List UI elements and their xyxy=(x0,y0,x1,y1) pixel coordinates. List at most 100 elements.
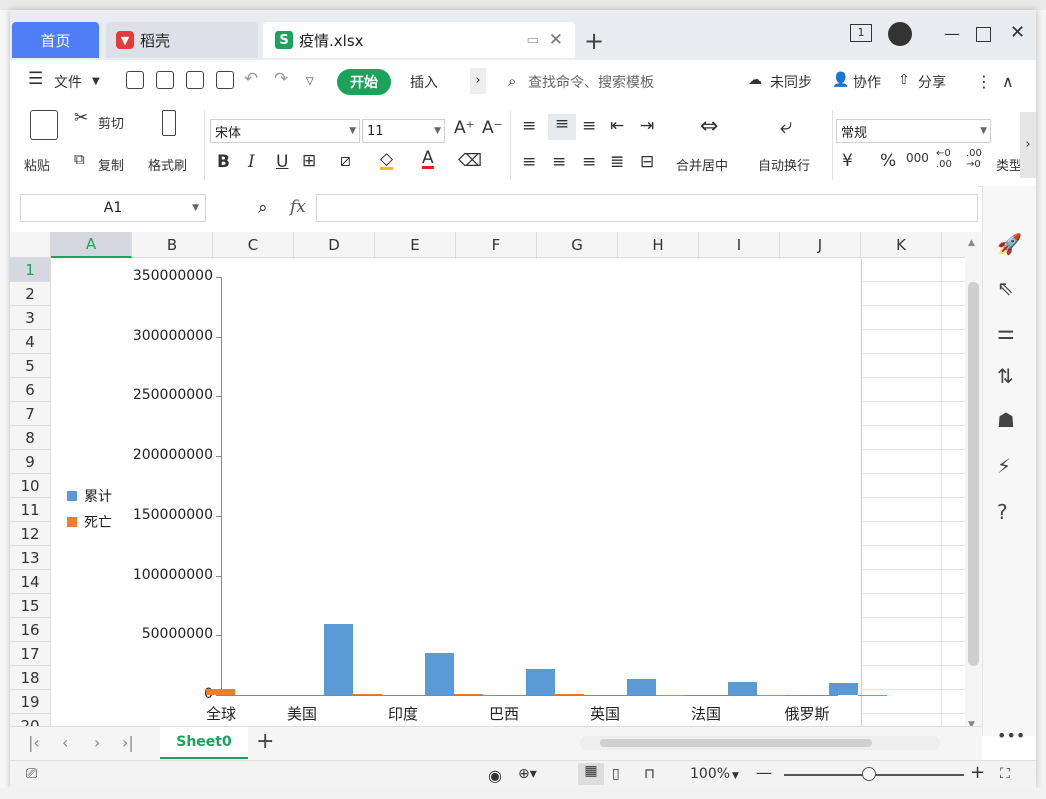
align-bottom-icon[interactable]: ≡ xyxy=(582,116,596,136)
maximize-icon[interactable] xyxy=(976,27,991,42)
add-sheet-button[interactable]: + xyxy=(256,729,274,754)
name-box[interactable]: A1 ▼ xyxy=(20,194,206,222)
font-size-select[interactable]: 11 ▼ xyxy=(362,119,445,143)
vertical-scrollbar[interactable]: ▲ ▼ xyxy=(965,232,982,736)
more-options-icon[interactable]: ⋮ xyxy=(976,72,992,91)
tab-home[interactable]: 首页 xyxy=(12,22,99,58)
row-header[interactable]: 19 xyxy=(10,690,51,714)
bold-button[interactable]: B xyxy=(217,152,230,172)
number-format-select[interactable]: 常规 ▼ xyxy=(836,119,991,143)
row-header[interactable]: 4 xyxy=(10,330,51,354)
zoom-slider-knob[interactable] xyxy=(862,767,876,781)
tab-start[interactable]: 开始 xyxy=(337,69,391,95)
chevron-down-icon[interactable]: ▼ xyxy=(732,771,739,781)
rocket-icon[interactable]: 🚀 xyxy=(997,232,1022,256)
print-preview-icon[interactable] xyxy=(216,71,234,89)
avatar[interactable] xyxy=(888,22,912,46)
scrollbar-thumb[interactable] xyxy=(968,282,979,666)
justify-icon[interactable]: ≣ xyxy=(610,152,624,172)
fill-color-icon[interactable]: ◇ xyxy=(380,151,394,170)
pointer-icon[interactable]: ⇖ xyxy=(997,276,1014,300)
column-header[interactable]: E xyxy=(375,232,456,258)
minimize-icon[interactable]: — xyxy=(944,24,960,43)
decrease-decimal-icon[interactable]: .00 →0 xyxy=(966,148,982,170)
font-color-icon[interactable]: A xyxy=(422,150,434,169)
column-header[interactable]: G xyxy=(537,232,618,258)
select-all-corner[interactable] xyxy=(10,232,51,258)
paste-icon[interactable] xyxy=(30,110,58,140)
tabs-scroll-right-icon[interactable]: › xyxy=(470,68,486,94)
normal-view-icon[interactable]: ▦ xyxy=(578,763,604,785)
close-tab-icon[interactable]: ✕ xyxy=(549,30,563,50)
spreadsheet-grid[interactable]: A B C D E F G H I J K 1 2 3 4 5 6 7 8 9 10 11 12 13 1… xyxy=(10,232,968,736)
sheet-tab[interactable]: Sheet0 xyxy=(160,727,248,759)
column-header[interactable]: F xyxy=(456,232,537,258)
increase-indent-icon[interactable]: ⇥ xyxy=(640,116,654,136)
row-header[interactable]: 2 xyxy=(10,282,51,306)
collapse-ribbon-icon[interactable]: ∧ xyxy=(1002,72,1014,91)
scroll-up-icon[interactable]: ▲ xyxy=(968,238,975,248)
row-header[interactable]: 8 xyxy=(10,426,51,450)
window-layout-icon[interactable]: 1 xyxy=(850,24,872,42)
row-header[interactable]: 18 xyxy=(10,666,51,690)
row-header[interactable]: 17 xyxy=(10,642,51,666)
command-search-input[interactable]: 查找命令、搜索模板 xyxy=(528,72,654,92)
row-header[interactable]: 9 xyxy=(10,450,51,474)
decrease-font-icon[interactable]: A⁻ xyxy=(482,118,503,138)
help-icon[interactable]: ? xyxy=(997,500,1008,524)
row-header[interactable]: 13 xyxy=(10,546,51,570)
backup-icon[interactable]: ☗ xyxy=(997,408,1015,432)
row-header[interactable]: 5 xyxy=(10,354,51,378)
column-header[interactable]: K xyxy=(861,232,942,258)
transform-icon[interactable]: ⇅ xyxy=(997,364,1014,388)
ribbon-scroll-right-icon[interactable]: › xyxy=(1020,112,1036,178)
page-break-view-icon[interactable]: ⊓ xyxy=(644,766,655,782)
layout-mode-icon[interactable]: ⊕▾ xyxy=(518,766,537,782)
save-icon[interactable] xyxy=(126,71,144,89)
row-header[interactable]: 3 xyxy=(10,306,51,330)
zoom-level[interactable]: 100% xyxy=(690,766,730,782)
align-left-icon[interactable]: ≡ xyxy=(522,152,536,172)
row-header[interactable]: 11 xyxy=(10,498,51,522)
format-painter-button[interactable]: 格式刷 xyxy=(148,155,187,174)
column-header[interactable]: D xyxy=(294,232,375,258)
font-family-select[interactable]: 宋体 ▼ xyxy=(210,119,360,143)
cut-button[interactable]: 剪切 xyxy=(98,113,124,132)
column-header[interactable]: C xyxy=(213,232,294,258)
horizontal-scrollbar[interactable] xyxy=(580,736,940,750)
border-icon[interactable]: ⊞ xyxy=(302,151,316,171)
row-header[interactable]: 1 xyxy=(10,258,51,282)
tab-insert[interactable]: 插入 xyxy=(410,72,438,92)
column-header[interactable]: I xyxy=(699,232,780,258)
redo-icon[interactable]: ↷ xyxy=(274,69,288,89)
lightning-icon[interactable]: ⚡ xyxy=(997,454,1011,478)
formula-input[interactable] xyxy=(316,194,978,222)
paste-button[interactable]: 粘贴 xyxy=(24,155,50,174)
macro-icon[interactable]: ⎚ xyxy=(26,766,37,782)
row-header[interactable]: 15 xyxy=(10,594,51,618)
align-middle-icon[interactable]: ≡ xyxy=(548,114,576,140)
increase-decimal-icon[interactable]: ←0.00 xyxy=(936,148,952,170)
currency-format-button[interactable]: ¥ xyxy=(842,151,853,171)
first-sheet-icon[interactable]: |‹ xyxy=(28,733,40,752)
align-right-icon[interactable]: ≡ xyxy=(582,152,596,172)
more-icon[interactable]: ••• xyxy=(997,726,1025,745)
bar-chart[interactable]: 累计 死亡 350000000 300000000 250000000 2000000… xyxy=(51,259,887,736)
sync-status[interactable]: 未同步 xyxy=(770,72,812,92)
copy-button[interactable]: 复制 xyxy=(98,155,124,174)
share-button[interactable]: 分享 xyxy=(918,72,946,92)
row-header[interactable]: 10 xyxy=(10,474,51,498)
menu-hamburger-icon[interactable]: ☰ xyxy=(28,69,43,89)
percent-format-button[interactable]: % xyxy=(880,151,896,171)
sliders-icon[interactable]: ⚌ xyxy=(997,320,1015,344)
zoom-formula-icon[interactable]: ⌕ xyxy=(258,198,268,218)
more-dropdown-icon[interactable]: ▽ xyxy=(306,76,314,87)
decrease-indent-icon[interactable]: ⇤ xyxy=(610,116,624,136)
row-header[interactable]: 6 xyxy=(10,378,51,402)
column-header[interactable]: A xyxy=(51,232,132,258)
column-header[interactable]: H xyxy=(618,232,699,258)
row-header[interactable]: 12 xyxy=(10,522,51,546)
eye-protect-icon[interactable]: ◉ xyxy=(488,766,502,785)
increase-font-icon[interactable]: A⁺ xyxy=(454,118,475,138)
next-sheet-icon[interactable]: › xyxy=(94,733,100,752)
